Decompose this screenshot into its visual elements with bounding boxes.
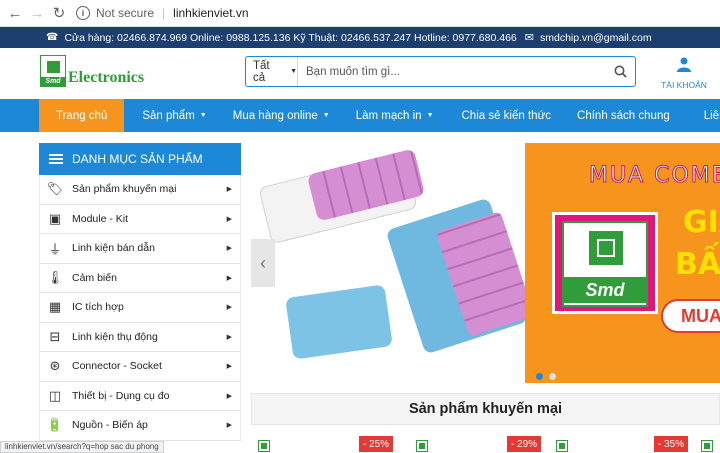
status-bar-url: linhkienviet.vn/search?q=hop sac du phon…: [0, 441, 164, 453]
module-icon: ▣: [48, 210, 62, 226]
nav-item-pcb[interactable]: Làm mạch in ▼: [348, 99, 452, 132]
product-thumbnail[interactable]: [416, 440, 428, 452]
account-label: TÀI KHOẢN: [661, 80, 707, 90]
promo-banner-slider[interactable]: MUA COMBO GIÁ BẤT Smd MUA ‹: [251, 143, 720, 383]
thermometer-icon: 🌡: [46, 269, 64, 285]
banner-line-1: GIÁ: [683, 205, 720, 240]
nav-item-policy[interactable]: Chính sách chung: [569, 99, 688, 132]
url-text[interactable]: linhkienviet.vn: [173, 6, 248, 20]
contact-phones: Cửa hàng: 02466.874.969 Online: 0988.125…: [64, 31, 517, 44]
nav-item-products[interactable]: Sản phẩm ▼: [124, 99, 224, 132]
banner-cta-button[interactable]: MUA: [661, 299, 720, 333]
nav-item-contact[interactable]: Liên hệ: [688, 99, 720, 132]
category-item-semiconductors[interactable]: ⏚ Linh kiện bán dẫn ▶: [39, 234, 241, 264]
category-item-passive[interactable]: ⊟ Linh kiện thụ động ▶: [39, 322, 241, 352]
search-input[interactable]: [298, 57, 605, 86]
category-header[interactable]: DANH MỤC SẢN PHẨM: [39, 143, 241, 175]
main-navigation: Trang chủ Sản phẩm ▼ Mua hàng online ▼ Làm…: [0, 99, 720, 132]
contact-bar: ☎ Cửa hàng: 02466.874.969 Online: 0988.1…: [0, 27, 720, 48]
category-item-power[interactable]: 🔋 Nguồn - Biến áp ▶: [39, 411, 241, 441]
tag-icon: 🏷: [46, 181, 64, 197]
category-item-instruments[interactable]: ◫ Thiết bị - Dụng cụ đo ▶: [39, 381, 241, 411]
mail-icon: ✉: [524, 32, 534, 44]
slider-dots: [536, 373, 556, 380]
search-category-select[interactable]: Tất cả ▼: [246, 57, 298, 86]
category-item-promotions[interactable]: 🏷 Sản phẩm khuyến mại ▶: [39, 175, 241, 205]
address-bar[interactable]: i Not secure | linhkienviet.vn: [76, 3, 249, 23]
category-label: Linh kiện bán dẫn: [72, 242, 155, 255]
product-thumbnail[interactable]: [701, 440, 713, 452]
security-label: Not secure: [96, 6, 155, 20]
site-logo[interactable]: Smd Electronics: [40, 55, 150, 93]
promotions-heading: Sản phẩm khuyến mại: [251, 393, 720, 425]
product-strip: - 25% - 29% - 35%: [251, 436, 720, 452]
category-sidebar: DANH MỤC SẢN PHẨM 🏷 Sản phẩm khuyến mại …: [39, 143, 241, 453]
category-item-module-kit[interactable]: ▣ Module - Kit ▶: [39, 204, 241, 234]
category-label: IC tích hợp: [72, 301, 124, 314]
category-item-ic[interactable]: ▦ IC tích hợp ▶: [39, 293, 241, 323]
category-label: Connector - Socket: [72, 360, 162, 373]
category-label: Module - Kit: [72, 212, 129, 225]
chip-icon: ▦: [48, 299, 62, 315]
logo-text: Electronics: [68, 69, 145, 86]
meter-icon: ◫: [48, 387, 62, 403]
category-item-connector[interactable]: ⊛ Connector - Socket ▶: [39, 352, 241, 382]
category-title: DANH MỤC SẢN PHẨM: [72, 152, 203, 166]
product-thumbnail[interactable]: [258, 440, 270, 452]
capacitor-icon: ⊟: [49, 328, 61, 344]
nav-item-knowledge[interactable]: Chia sẻ kiến thức: [452, 99, 570, 132]
chip-logo-icon: Smd: [40, 55, 66, 87]
account-link[interactable]: TÀI KHOẢN: [656, 57, 712, 90]
user-icon: [656, 57, 712, 76]
menu-icon: [49, 152, 63, 166]
chevron-down-icon: ▼: [290, 68, 297, 75]
connector-icon: ⊛: [49, 358, 61, 374]
info-icon[interactable]: i: [76, 6, 90, 20]
chevron-right-icon: ▶: [226, 422, 232, 430]
category-label: Cảm biến: [72, 271, 117, 284]
chevron-right-icon: ▶: [226, 392, 232, 400]
back-button[interactable]: ←: [4, 2, 26, 24]
category-label: Sản phẩm khuyến mại: [72, 183, 177, 196]
banner-line-2: BẤT: [675, 247, 720, 282]
chevron-right-icon: ▶: [226, 363, 232, 371]
site-header: Smd Electronics Tất cả ▼ TÀI KHOẢN: [0, 48, 720, 100]
chevron-right-icon: ▶: [226, 245, 232, 253]
chevron-right-icon: ▶: [226, 304, 232, 312]
phone-icon: ☎: [46, 32, 59, 43]
banner-headline: MUA COMBO: [589, 163, 720, 189]
chevron-right-icon: ▶: [226, 215, 232, 223]
category-label: Linh kiện thụ động: [72, 330, 158, 343]
forward-button[interactable]: →: [26, 2, 48, 24]
slider-dot[interactable]: [536, 373, 543, 380]
product-thumbnail[interactable]: [556, 440, 568, 452]
chevron-right-icon: ▶: [226, 186, 232, 194]
category-label: Nguồn - Biến áp: [72, 419, 148, 432]
search-icon: [614, 65, 627, 78]
category-item-sensors[interactable]: 🌡 Cảm biến ▶: [39, 263, 241, 293]
url-separator: |: [162, 6, 166, 20]
chevron-down-icon: ▼: [426, 112, 434, 119]
promotions-title: Sản phẩm khuyến mại: [408, 401, 563, 417]
nav-item-online-shopping[interactable]: Mua hàng online ▼: [225, 99, 348, 132]
chevron-down-icon: ▼: [199, 112, 207, 119]
car-battery-icon: 🔋: [46, 417, 64, 433]
reload-button[interactable]: ↻: [48, 2, 70, 24]
browser-toolbar: ← → ↻ i Not secure | linhkienviet.vn: [0, 0, 720, 27]
chevron-right-icon: ▶: [226, 333, 232, 341]
transistor-icon: ⏚: [48, 241, 62, 257]
category-label: Thiết bị - Dụng cụ đo: [72, 389, 170, 402]
power-bank-image: [285, 284, 393, 360]
slider-prev-button[interactable]: ‹: [251, 239, 275, 287]
contact-email[interactable]: smdchip.vn@gmail.com: [540, 32, 652, 44]
chevron-down-icon: ▼: [322, 112, 330, 119]
search-bar: Tất cả ▼: [245, 56, 636, 87]
chevron-right-icon: ▶: [226, 274, 232, 282]
nav-item-home[interactable]: Trang chủ: [39, 99, 125, 132]
slider-dot[interactable]: [549, 373, 556, 380]
banner-smd-logo: Smd: [552, 212, 658, 314]
search-button[interactable]: [605, 57, 635, 86]
chevron-left-icon: ‹: [260, 252, 266, 273]
search-category-label: Tất cả: [253, 59, 270, 84]
